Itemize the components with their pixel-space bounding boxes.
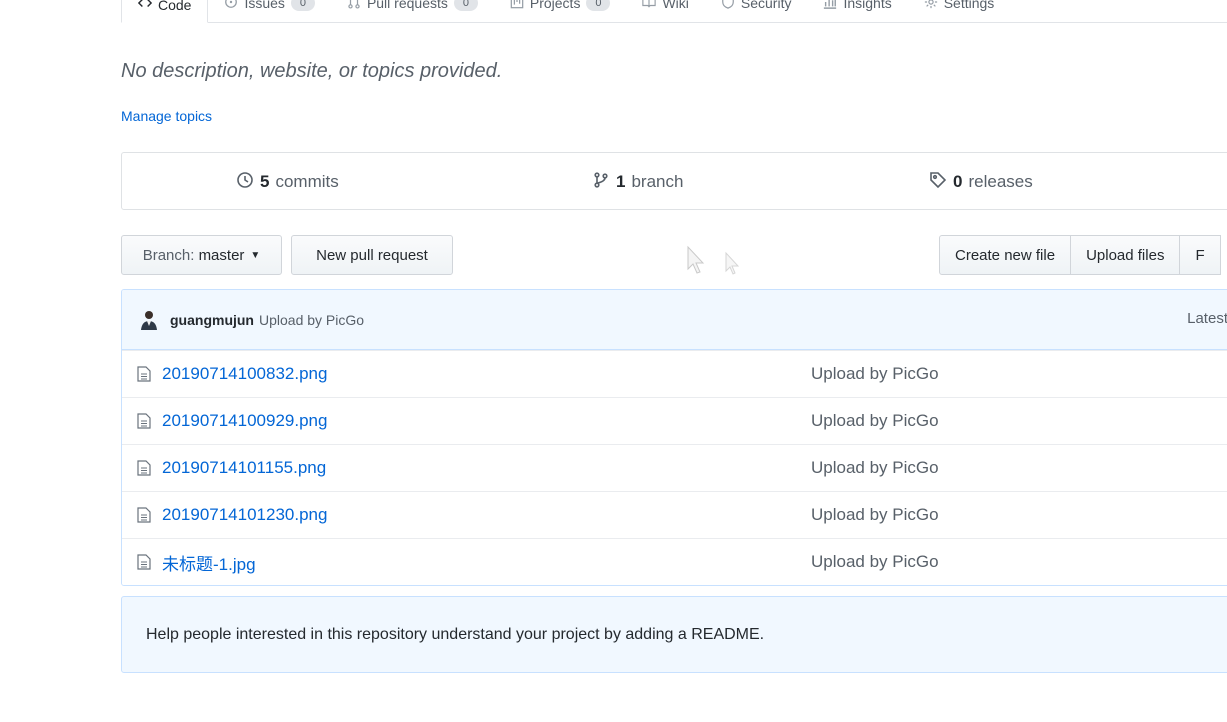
file-icon xyxy=(137,507,151,523)
pull-request-icon xyxy=(347,0,361,12)
tab-issues[interactable]: Issues 0 xyxy=(208,0,330,22)
tab-label: Wiki xyxy=(662,0,689,11)
tab-wiki[interactable]: Wiki xyxy=(626,0,704,22)
releases-count: 0 xyxy=(953,172,963,191)
file-name-link[interactable]: 20190714100832.png xyxy=(162,364,327,384)
file-commit-message[interactable]: Upload by PicGo xyxy=(811,552,939,572)
file-name-link[interactable]: 20190714101155.png xyxy=(162,458,326,478)
commits-label: commits xyxy=(275,172,339,191)
file-commit-message[interactable]: Upload by PicGo xyxy=(811,364,939,384)
file-actions-group: Create new file Upload files F xyxy=(939,235,1221,275)
repo-description: No description, website, or topics provi… xyxy=(121,60,503,82)
file-icon xyxy=(137,460,151,476)
branch-prefix: Branch: xyxy=(142,246,195,264)
table-row: 20190714101155.png Upload by PicGo xyxy=(122,444,1227,491)
gear-icon xyxy=(924,0,938,12)
latest-commit-label[interactable]: Latest xyxy=(1187,310,1227,327)
commit-tease: guangmujun Upload by PicGo Latest xyxy=(122,290,1227,350)
caret-down-icon: ▼ xyxy=(250,249,261,261)
file-icon xyxy=(137,554,151,570)
tab-pull-requests[interactable]: Pull requests 0 xyxy=(331,0,494,22)
tab-counter: 0 xyxy=(290,0,315,11)
file-name-link[interactable]: 20190714100929.png xyxy=(162,411,327,431)
file-name-link[interactable]: 20190714101230.png xyxy=(162,505,327,525)
tab-label: Insights xyxy=(843,0,892,11)
tag-icon xyxy=(929,171,947,194)
releases-label: releases xyxy=(968,172,1033,191)
file-icon xyxy=(137,413,151,429)
readme-prompt: Help people interested in this repositor… xyxy=(121,596,1227,673)
file-table: guangmujun Upload by PicGo Latest 201907… xyxy=(121,289,1227,586)
table-row: 20190714101230.png Upload by PicGo xyxy=(122,491,1227,538)
mouse-cursor-icon xyxy=(684,245,744,286)
commit-message[interactable]: Upload by PicGo xyxy=(259,312,364,328)
releases-link[interactable]: 0 releases xyxy=(929,153,1033,211)
tab-counter: 0 xyxy=(586,0,611,11)
branch-count: 1 xyxy=(616,172,626,191)
branch-label: branch xyxy=(631,172,684,191)
branch-name: master xyxy=(198,246,245,264)
tab-projects[interactable]: Projects 0 xyxy=(494,0,627,22)
tab-label: Code xyxy=(158,0,192,13)
avatar[interactable] xyxy=(138,309,160,331)
tab-insights[interactable]: Insights xyxy=(807,0,907,22)
file-name-link[interactable]: 未标题-1.jpg xyxy=(162,550,256,575)
commit-author[interactable]: guangmujun xyxy=(170,312,254,328)
numbers-summary: 5 commits 1 branch 0 releases xyxy=(121,152,1227,210)
find-file-button[interactable]: F xyxy=(1179,235,1221,275)
create-new-file-button[interactable]: Create new file xyxy=(939,235,1072,275)
upload-files-button[interactable]: Upload files xyxy=(1070,235,1181,275)
table-row: 未标题-1.jpg Upload by PicGo xyxy=(122,538,1227,585)
tab-label: Settings xyxy=(943,0,995,11)
tab-label: Pull requests xyxy=(366,0,448,11)
file-commit-message[interactable]: Upload by PicGo xyxy=(811,458,939,478)
tab-code[interactable]: Code xyxy=(121,0,209,23)
manage-topics-link[interactable]: Manage topics xyxy=(121,108,212,124)
repo-nav-tabs: Code Issues 0 Pull requests 0 Projects 0… xyxy=(121,0,1227,23)
graph-icon xyxy=(823,0,837,12)
commits-count: 5 xyxy=(260,172,270,191)
branches-link[interactable]: 1 branch xyxy=(592,153,683,211)
shield-icon xyxy=(721,0,735,12)
tab-label: Issues xyxy=(244,0,285,11)
history-icon xyxy=(236,171,254,194)
branch-select-button[interactable]: Branch: master ▼ xyxy=(121,235,282,275)
tab-label: Projects xyxy=(529,0,581,11)
code-icon xyxy=(137,0,153,13)
book-icon xyxy=(642,0,657,12)
table-row: 20190714100832.png Upload by PicGo xyxy=(122,350,1227,397)
table-row: 20190714100929.png Upload by PicGo xyxy=(122,397,1227,444)
commits-link[interactable]: 5 commits xyxy=(236,153,339,211)
tab-counter: 0 xyxy=(453,0,478,11)
tab-settings[interactable]: Settings xyxy=(908,0,1011,22)
file-commit-message[interactable]: Upload by PicGo xyxy=(811,411,939,431)
tab-security[interactable]: Security xyxy=(705,0,808,22)
branch-icon xyxy=(592,171,610,194)
new-pull-request-button[interactable]: New pull request xyxy=(291,235,453,275)
file-icon xyxy=(137,366,151,382)
issue-icon xyxy=(224,0,238,12)
project-icon xyxy=(510,0,524,12)
file-commit-message[interactable]: Upload by PicGo xyxy=(811,505,939,525)
tab-label: Security xyxy=(740,0,792,11)
